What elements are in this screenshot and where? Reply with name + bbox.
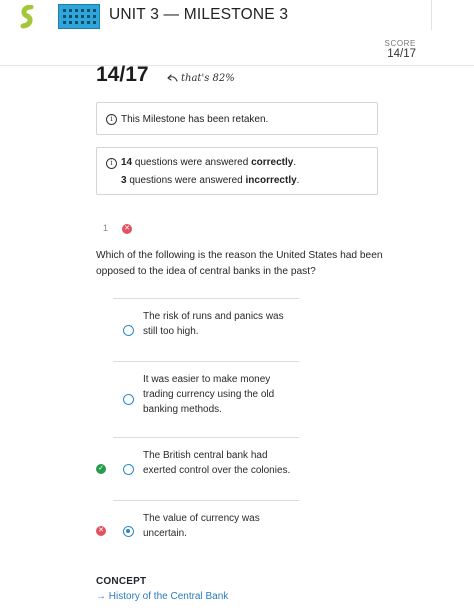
score-percent-text: that's 82%	[181, 73, 235, 84]
option-divider	[113, 298, 299, 299]
incorrect-x-icon: ✕	[122, 224, 132, 234]
curved-arrow-left-icon	[167, 74, 178, 82]
option-2-text[interactable]: It was easier to make money trading curr…	[143, 372, 293, 417]
correct-check-icon: ✓	[96, 464, 106, 474]
correct-count: 14	[121, 157, 133, 168]
score-label: SCORE	[384, 39, 416, 48]
retaken-text: This Milestone has been retaken.	[121, 114, 269, 125]
correct-summary-text: questions were answered	[132, 157, 252, 168]
option-2-radio[interactable]	[123, 394, 134, 405]
option-divider	[113, 500, 299, 501]
option-4-text[interactable]: The value of currency was uncertain.	[143, 511, 293, 541]
info-icon: i	[106, 114, 117, 125]
info-icon: i	[106, 158, 117, 169]
question-text: Which of the following is the reason the…	[96, 250, 383, 277]
sophia-logo-icon[interactable]	[14, 5, 42, 29]
concept-link[interactable]: → History of the Central Bank	[96, 591, 228, 602]
option-divider	[113, 437, 299, 438]
header-bottom-divider	[0, 65, 474, 66]
concept-label: CONCEPT	[96, 576, 147, 587]
score-percent-note: that's 82%	[166, 73, 235, 84]
incorrect-x-icon: ✕	[96, 526, 106, 536]
top-header: UNIT 3 — MILESTONE 3	[0, 0, 474, 34]
page-title: UNIT 3 — MILESTONE 3	[109, 6, 289, 23]
incorrect-summary-text: questions were answered	[126, 175, 246, 186]
incorrect-summary: 3 questions were answered incorrectly.	[121, 175, 300, 186]
header-divider	[431, 0, 432, 30]
retaken-notice: i This Milestone has been retaken.	[96, 102, 378, 135]
big-score: 14/17	[96, 63, 149, 86]
option-1-radio[interactable]	[123, 325, 134, 336]
incorrect-word: incorrectly	[245, 175, 297, 186]
score-value: 14/17	[387, 48, 416, 60]
arrow-right-icon: →	[96, 591, 106, 602]
option-1-text[interactable]: The risk of runs and panics was still to…	[143, 309, 293, 339]
correct-summary: 14 questions were answered correctly.	[121, 157, 297, 168]
results-summary: i 14 questions were answered correctly. …	[96, 147, 378, 195]
course-thumbnail-icon[interactable]	[58, 4, 100, 29]
question-number: 1	[103, 223, 109, 233]
option-3-text[interactable]: The British central bank had exerted con…	[143, 448, 293, 478]
concept-link-text[interactable]: History of the Central Bank	[109, 591, 229, 602]
option-divider	[113, 361, 299, 362]
option-3-radio[interactable]	[123, 464, 134, 475]
correct-word: correctly	[251, 157, 294, 168]
option-4-radio[interactable]	[123, 526, 134, 537]
